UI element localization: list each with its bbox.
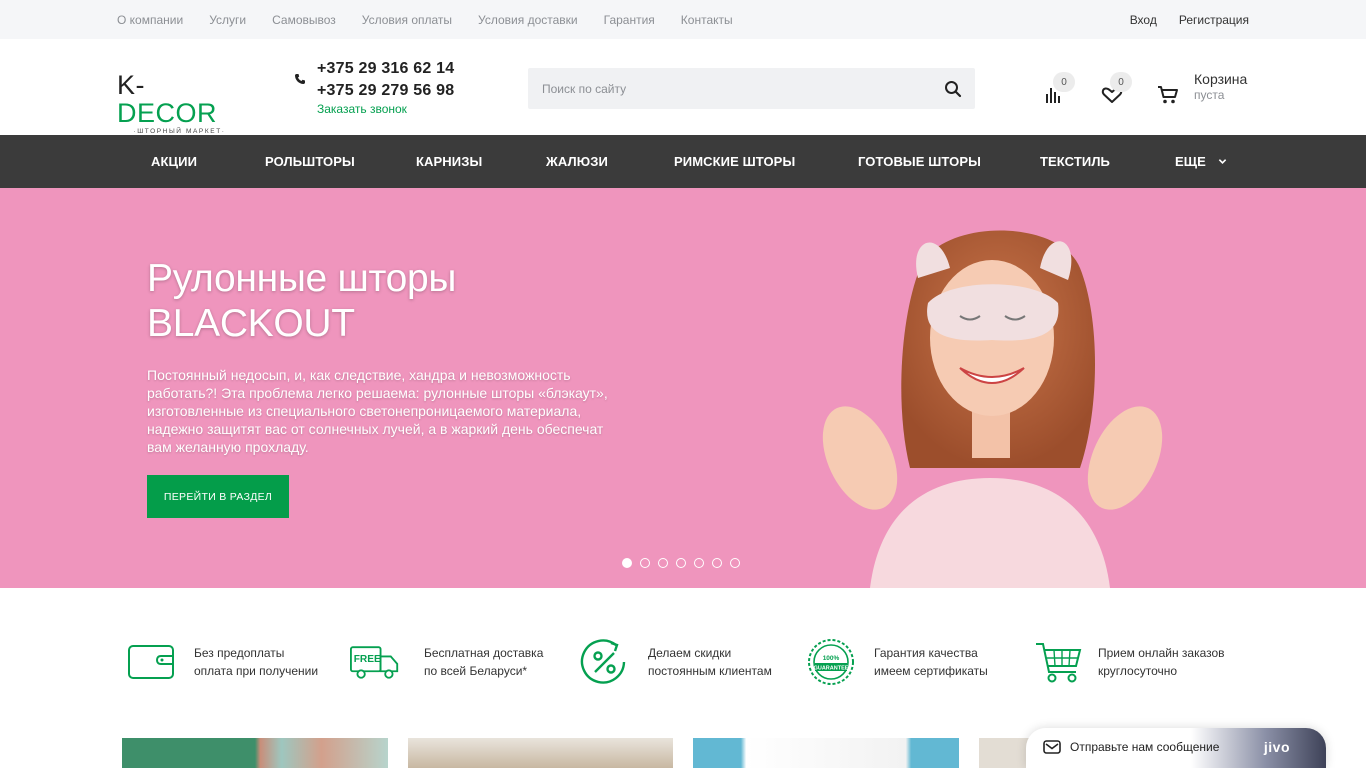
nav-item-more[interactable]: ЕЩЕ xyxy=(1175,135,1227,188)
hero-title: Рулонные шторы BLACKOUT xyxy=(147,256,456,346)
svg-text:100%: 100% xyxy=(823,655,840,662)
phone-icon xyxy=(295,74,305,84)
hero-woman-image xyxy=(822,230,1163,588)
main-nav: АКЦИИ РОЛЬШТОРЫ КАРНИЗЫ ЖАЛЮЗИ РИМСКИЕ Ш… xyxy=(0,135,1366,188)
svg-text:GUARANTEE: GUARANTEE xyxy=(814,666,849,672)
slider-dot-2[interactable] xyxy=(640,558,650,568)
slider-dot-1[interactable] xyxy=(622,558,632,568)
slider-dot-7[interactable] xyxy=(730,558,740,568)
cart-icon[interactable] xyxy=(1155,82,1181,108)
feature-guarantee-text: Гарантия качества имеем сертификаты xyxy=(874,644,988,680)
nav-item-jalousie[interactable]: ЖАЛЮЗИ xyxy=(546,135,608,188)
logo-tagline: ·ШТОРНЫЙ МАРКЕТ· xyxy=(133,128,226,135)
slider-dot-6[interactable] xyxy=(712,558,722,568)
phone-block: +375 29 316 62 14 +375 29 279 56 98 Зака… xyxy=(317,58,454,116)
cart-title: Корзина xyxy=(1194,71,1248,87)
logo-text-decor: DECOR xyxy=(117,98,218,128)
feature-online-orders-line1: Прием онлайн заказов xyxy=(1098,646,1225,660)
cart-status: пуста xyxy=(1194,88,1225,102)
features-strip: Без предоплаты оплата при получении FREE… xyxy=(0,620,1366,710)
callback-link[interactable]: Заказать звонок xyxy=(317,102,454,116)
register-link[interactable]: Регистрация xyxy=(1179,13,1249,27)
top-link-delivery[interactable]: Условия доставки xyxy=(478,13,578,27)
free-delivery-truck-icon: FREE xyxy=(350,646,399,679)
feature-no-prepayment-line2: оплата при получении xyxy=(194,664,319,678)
feature-discounts-line2: постоянным клиентам xyxy=(648,664,772,678)
logo-text: K-DECOR xyxy=(117,71,242,127)
nav-item-more-label: ЕЩЕ xyxy=(1175,154,1206,169)
feature-discounts: Делаем скидки постоянным клиентам xyxy=(580,638,772,686)
feature-free-delivery: FREE Бесплатная доставка по всей Беларус… xyxy=(350,638,543,686)
favorites-count-badge: 0 xyxy=(1110,72,1132,92)
feature-free-delivery-line1: Бесплатная доставка xyxy=(424,646,544,660)
envelope-icon xyxy=(1043,740,1061,754)
top-link-contacts[interactable]: Контакты xyxy=(681,13,733,27)
search-box xyxy=(528,68,975,109)
cart-summary[interactable]: Корзина пуста xyxy=(1194,71,1247,103)
shopping-cart-icon xyxy=(1036,643,1082,683)
top-link-payment[interactable]: Условия оплаты xyxy=(362,13,452,27)
jivo-logo: jivo xyxy=(1263,739,1290,755)
compare-count-badge: 0 xyxy=(1053,72,1075,92)
feature-discounts-line1: Делаем скидки xyxy=(648,646,732,660)
feature-online-orders: Прием онлайн заказов круглосуточно xyxy=(1034,638,1225,686)
hero-description: Постоянный недосып, и, как следствие, ха… xyxy=(147,367,608,455)
top-link-about[interactable]: О компании xyxy=(117,13,183,27)
feature-no-prepayment-line1: Без предоплаты xyxy=(194,646,285,660)
slider-dot-3[interactable] xyxy=(658,558,668,568)
slider-dot-5[interactable] xyxy=(694,558,704,568)
go-to-section-button[interactable]: ПЕРЕЙТИ В РАЗДЕЛ xyxy=(147,475,289,518)
free-badge-text: FREE xyxy=(354,654,381,665)
chevron-down-icon xyxy=(1218,159,1227,164)
logo-text-k: K- xyxy=(117,70,145,100)
feature-free-delivery-text: Бесплатная доставка по всей Беларуси* xyxy=(424,644,543,680)
slider-dot-4[interactable] xyxy=(676,558,686,568)
feature-online-orders-line2: круглосуточно xyxy=(1098,664,1178,678)
login-link[interactable]: Вход xyxy=(1130,13,1157,27)
nav-item-textile[interactable]: ТЕКСТИЛЬ xyxy=(1040,135,1110,188)
phone-number-1[interactable]: +375 29 316 62 14 xyxy=(317,58,454,80)
top-links: О компании Услуги Самовывоз Условия опла… xyxy=(117,0,733,39)
search-icon[interactable] xyxy=(943,79,963,99)
top-link-warranty[interactable]: Гарантия xyxy=(604,13,655,27)
nav-item-cornices[interactable]: КАРНИЗЫ xyxy=(416,135,482,188)
top-bar: О компании Услуги Самовывоз Условия опла… xyxy=(0,0,1366,39)
wallet-icon xyxy=(128,645,174,679)
hero-title-line2: BLACKOUT xyxy=(147,302,355,345)
chat-widget[interactable]: Отправьте нам сообщение jivo xyxy=(1026,728,1326,768)
chat-message-label: Отправьте нам сообщение xyxy=(1070,740,1220,754)
header: K-DECOR ·ШТОРНЫЙ МАРКЕТ· +375 29 316 62 … xyxy=(0,39,1366,135)
category-thumb-3[interactable] xyxy=(693,738,959,768)
feature-free-delivery-line2: по всей Беларуси* xyxy=(424,664,528,678)
category-thumb-1[interactable] xyxy=(122,738,388,768)
nav-item-roman-blinds[interactable]: РИМСКИЕ ШТОРЫ xyxy=(674,135,795,188)
nav-item-sales[interactable]: АКЦИИ xyxy=(151,135,197,188)
site-logo[interactable]: K-DECOR ·ШТОРНЫЙ МАРКЕТ· xyxy=(117,71,242,135)
nav-item-roller-blinds[interactable]: РОЛЬШТОРЫ xyxy=(265,135,355,188)
hero-slider: Рулонные шторы BLACKOUT Постоянный недосы… xyxy=(0,188,1366,588)
top-link-services[interactable]: Услуги xyxy=(209,13,246,27)
feature-online-orders-text: Прием онлайн заказов круглосуточно xyxy=(1098,644,1225,680)
phone-number-2[interactable]: +375 29 279 56 98 xyxy=(317,80,454,102)
feature-guarantee-line1: Гарантия качества xyxy=(874,646,978,660)
hero-title-line1: Рулонные шторы xyxy=(147,257,457,300)
category-thumb-2[interactable] xyxy=(408,738,673,768)
guarantee-seal-icon: 100% GUARANTEE xyxy=(808,639,854,685)
feature-no-prepayment-text: Без предоплаты оплата при получении xyxy=(194,644,318,680)
auth-links: Вход Регистрация xyxy=(1130,0,1249,39)
search-input[interactable] xyxy=(528,68,928,109)
top-link-pickup[interactable]: Самовывоз xyxy=(272,13,336,27)
feature-no-prepayment: Без предоплаты оплата при получении xyxy=(127,638,318,686)
slider-dots xyxy=(622,558,740,568)
percent-icon xyxy=(580,639,626,684)
feature-discounts-text: Делаем скидки постоянным клиентам xyxy=(648,644,772,680)
feature-guarantee-line2: имеем сертификаты xyxy=(874,664,988,678)
feature-guarantee: 100% GUARANTEE Гарантия качества имеем с… xyxy=(806,638,988,686)
nav-item-ready-curtains[interactable]: ГОТОВЫЕ ШТОРЫ xyxy=(858,135,981,188)
